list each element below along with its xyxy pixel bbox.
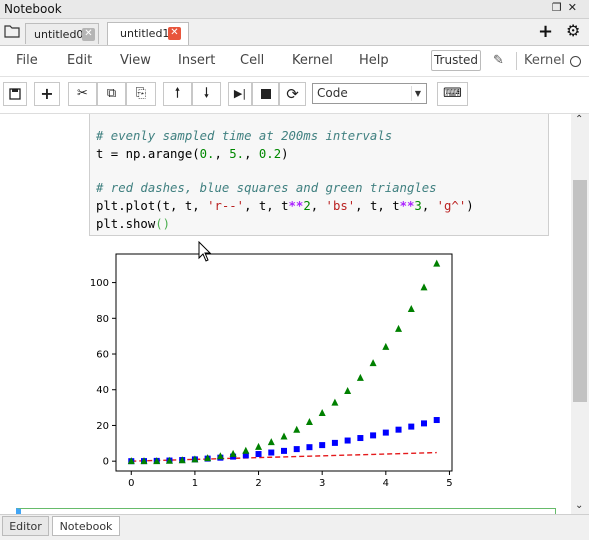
y-tick-label: 0 [103, 457, 109, 468]
y-tick-label: 20 [96, 421, 109, 432]
menu-bar: File Edit View Insert Cell Kernel Help T… [0, 46, 589, 77]
run-button[interactable]: ▶| [228, 82, 252, 106]
scroll-up-icon[interactable]: ⌃ [575, 114, 583, 125]
run-icon: ▶| [233, 87, 247, 100]
pencil-icon[interactable]: ✎ [493, 53, 504, 68]
keyboard-icon: ⌨ [443, 86, 462, 101]
tab-editor[interactable]: Editor [2, 516, 49, 536]
data-point-square [344, 437, 351, 444]
x-tick-label: 4 [383, 478, 389, 489]
code-line: plt.show() [96, 217, 171, 231]
data-point-square [268, 449, 275, 456]
data-point-square [408, 423, 415, 430]
window-title: Notebook [4, 2, 62, 16]
notebook-tab-strip: untitled0 ✕ untitled1 ✕ + ⚙ [0, 19, 589, 46]
close-icon[interactable]: ✕ [168, 27, 181, 40]
restart-button[interactable]: ⟳ [279, 82, 306, 106]
kernel-status-icon [570, 56, 581, 67]
menu-view[interactable]: View [120, 53, 151, 68]
data-point-square [331, 439, 338, 446]
arrow-down-icon: 🠓 [204, 86, 209, 101]
data-point-square [357, 435, 364, 442]
arrow-up-icon: 🠑 [175, 86, 180, 101]
stop-button[interactable] [252, 82, 279, 106]
folder-icon[interactable] [4, 24, 20, 41]
kernel-label: Kernel [524, 53, 565, 68]
x-tick-label: 3 [319, 478, 325, 489]
x-tick-label: 0 [128, 478, 134, 489]
tab-label: untitled1 [120, 27, 170, 40]
data-point-square [370, 432, 377, 439]
x-tick-label: 1 [192, 478, 198, 489]
data-point-square [319, 442, 326, 449]
move-down-button[interactable]: 🠓 [192, 82, 221, 106]
notebook-content[interactable]: # evenly sampled time at 200ms intervals… [0, 114, 571, 514]
code-line: t = np.arange(0., 5., 0.2) [96, 147, 289, 161]
x-tick-label: 2 [255, 478, 261, 489]
output-plot: 0 1 2 3 4 5 0 20 40 60 80 100 [90, 253, 453, 489]
save-button[interactable] [3, 82, 27, 106]
data-point-square [421, 420, 427, 427]
tab-label: untitled0 [34, 28, 84, 41]
menu-insert[interactable]: Insert [178, 53, 215, 68]
menu-file[interactable]: File [16, 53, 38, 68]
command-palette-button[interactable]: ⌨ [437, 82, 468, 106]
vertical-scrollbar[interactable]: ⌃ ⌄ [571, 114, 589, 514]
data-point-square [433, 417, 440, 424]
scrollbar-thumb[interactable] [573, 180, 587, 402]
data-point-square [255, 451, 262, 458]
copy-button[interactable]: ⧉ [97, 82, 126, 106]
paste-button[interactable]: ⎘ [126, 82, 156, 106]
tab-untitled0[interactable]: untitled0 ✕ [25, 23, 99, 44]
separator [516, 52, 517, 70]
y-tick-label: 40 [96, 385, 109, 396]
plus-icon: + [40, 84, 54, 103]
code-cell[interactable]: # evenly sampled time at 200ms intervals… [89, 114, 549, 236]
menu-help[interactable]: Help [359, 53, 389, 68]
restore-icon[interactable]: ❐ [552, 1, 568, 14]
y-tick-label: 100 [90, 278, 109, 289]
paste-icon: ⎘ [135, 86, 147, 101]
copy-icon: ⧉ [106, 86, 117, 101]
x-tick-label: 5 [446, 478, 452, 489]
menu-cell[interactable]: Cell [240, 53, 264, 68]
menu-edit[interactable]: Edit [67, 53, 92, 68]
chevron-down-icon: ▼ [411, 86, 424, 101]
tab-notebook[interactable]: Notebook [52, 516, 120, 536]
scroll-down-icon[interactable]: ⌄ [575, 500, 583, 511]
close-icon[interactable]: ✕ [568, 1, 583, 14]
tab-label: Editor [9, 520, 42, 533]
gear-icon[interactable]: ⚙ [566, 21, 580, 40]
menu-kernel[interactable]: Kernel [292, 53, 333, 68]
code-line: # evenly sampled time at 200ms intervals [96, 129, 393, 143]
tab-untitled1[interactable]: untitled1 ✕ [107, 22, 189, 45]
bottom-panel-tabs: Editor Notebook [0, 514, 589, 540]
tab-label: Notebook [59, 520, 113, 533]
data-point-square [382, 429, 389, 436]
stop-icon [260, 89, 271, 99]
move-up-button[interactable]: 🠑 [163, 82, 192, 106]
data-point-square [395, 426, 402, 433]
save-icon [9, 88, 21, 100]
add-cell-button[interactable]: + [34, 82, 60, 106]
code-line: plt.plot(t, t, 'r--', t, t**2, 'bs', t, … [96, 199, 474, 213]
cell-type-value: Code [317, 86, 348, 100]
data-point-square [306, 444, 313, 451]
notebook-toolbar: + ✂ ⧉ ⎘ 🠑 🠓 ▶| ⟳ Code ▼ ⌨ [0, 77, 589, 114]
cell-type-select[interactable]: Code ▼ [312, 83, 427, 104]
cut-button[interactable]: ✂ [68, 82, 97, 106]
data-point-square [293, 446, 300, 453]
trusted-badge[interactable]: Trusted [431, 50, 481, 71]
data-point-square [281, 447, 287, 454]
window-title-bar: Notebook ❐✕ [0, 0, 589, 19]
restart-icon: ⟳ [286, 85, 299, 103]
plus-icon[interactable]: + [538, 21, 553, 42]
cut-icon: ✂ [77, 86, 88, 101]
y-tick-label: 80 [96, 314, 109, 325]
code-line: # red dashes, blue squares and green tri… [96, 181, 437, 195]
y-tick-label: 60 [96, 350, 109, 361]
mouse-cursor-icon [198, 241, 212, 262]
close-icon[interactable]: ✕ [82, 28, 95, 41]
